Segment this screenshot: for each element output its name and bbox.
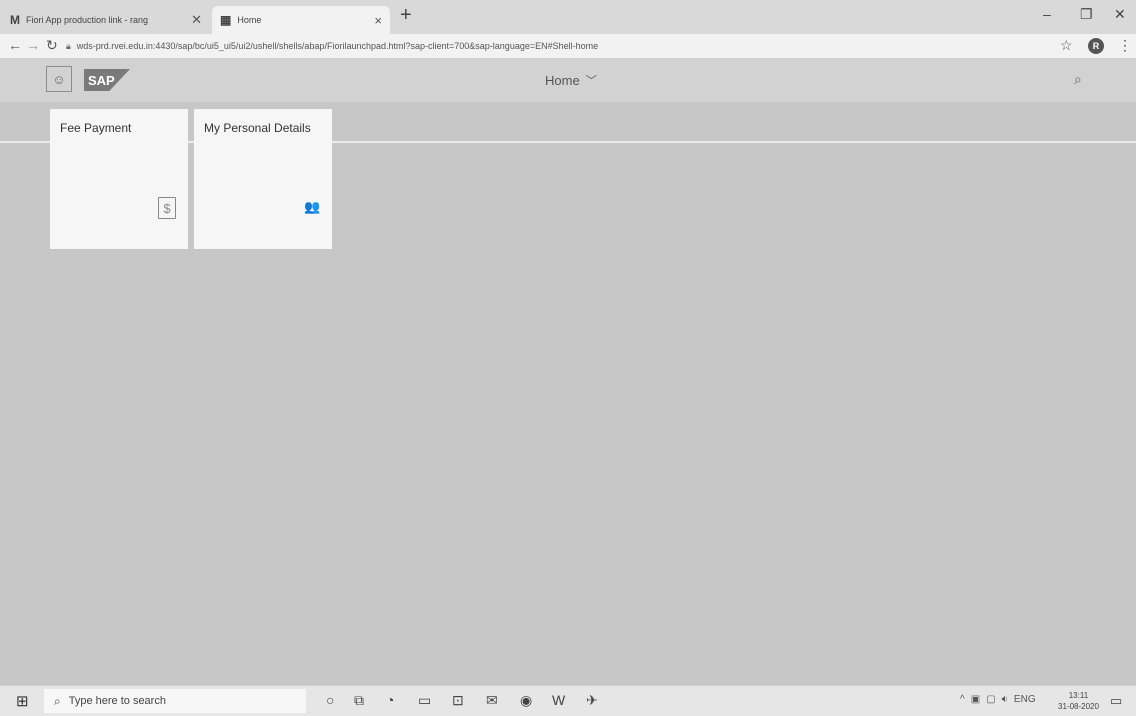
file-explorer-icon[interactable]: ▭ — [418, 692, 431, 709]
taskbar-search-box[interactable]: ⌕ Type here to search — [44, 689, 306, 713]
document-dollar-icon: $ — [158, 197, 176, 219]
store-icon[interactable]: ⊡ — [452, 692, 464, 709]
task-view-icon[interactable]: ⧉ — [354, 692, 364, 709]
language-indicator[interactable]: ENG — [1014, 694, 1036, 705]
clock[interactable]: 13:11 31-08-2020 — [1058, 690, 1099, 712]
browser-tabstrip: M Fiori App production link - rang ✕ ▦ H… — [0, 0, 1136, 34]
launchpad-content: Fee Payment $ My Personal Details 👥 — [0, 102, 1136, 685]
notification-icon[interactable]: ▭ — [1110, 693, 1122, 709]
windows-start-icon[interactable]: ⊞ — [16, 692, 29, 710]
tile-title: My Personal Details — [204, 121, 311, 135]
browser-toolbar: ← → ↻ 🔒︎ wds-prd.rvei.edu.in:4430/sap/bc… — [0, 34, 1136, 59]
gmail-favicon-icon: M — [10, 13, 20, 27]
chevron-down-icon: ﹀ — [585, 75, 597, 87]
address-bar[interactable]: 🔒︎ wds-prd.rvei.edu.in:4430/sap/bc/ui5_u… — [66, 37, 1026, 55]
tab-fiori-app[interactable]: M Fiori App production link - rang ✕ — [2, 6, 210, 34]
bookmark-star-icon[interactable]: ☆ — [1060, 37, 1073, 54]
sap-shell-bar: ☺ SAP Home ﹀ ⌕ — [0, 58, 1136, 102]
search-icon: ⌕ — [54, 693, 61, 708]
shell-title: Home — [545, 72, 580, 88]
tab-close-icon[interactable]: × — [374, 13, 382, 28]
shell-title-menu[interactable]: Home ﹀ — [545, 72, 597, 88]
cortana-icon[interactable]: ○ — [326, 692, 334, 708]
sap-favicon-icon: ▦ — [220, 13, 232, 27]
tab-title: Fiori App production link - rang — [26, 15, 149, 25]
person-icon: ☺ — [52, 71, 66, 87]
edge-icon[interactable]: ◔ — [386, 692, 394, 708]
tab-title: Home — [237, 15, 262, 25]
new-tab-button[interactable]: + — [400, 4, 412, 27]
url-text[interactable]: wds-prd.rvei.edu.in:4430/sap/bc/ui5_ui5/… — [77, 41, 598, 51]
menu-kebab-icon[interactable]: ⋮ — [1118, 37, 1132, 54]
date: 31-08-2020 — [1058, 702, 1099, 711]
close-window-icon[interactable]: ✕ — [1114, 6, 1126, 23]
tile-fee-payment[interactable]: Fee Payment $ — [50, 109, 188, 249]
tab-close-icon[interactable]: ✕ — [191, 12, 202, 28]
mail-icon[interactable]: ✉ — [486, 692, 498, 709]
network-icon[interactable]: ▣ — [971, 694, 980, 705]
restore-icon[interactable]: ❐ — [1080, 6, 1093, 23]
sap-logo: SAP — [84, 69, 130, 91]
people-icon: 👥 — [304, 199, 321, 214]
tile-my-personal-details[interactable]: My Personal Details 👥 — [194, 109, 332, 249]
word-icon[interactable]: W — [552, 692, 565, 708]
lock-icon: 🔒︎ — [66, 40, 71, 51]
profile-avatar[interactable]: R — [1088, 38, 1104, 54]
reload-icon[interactable]: ↻ — [46, 37, 58, 54]
chrome-icon[interactable]: ◉ — [520, 692, 532, 709]
user-menu-button[interactable]: ☺ — [46, 66, 72, 92]
forward-arrow-icon[interactable]: → — [26, 37, 40, 53]
minimize-icon[interactable]: – — [1043, 6, 1051, 22]
windows-taskbar: ⊞ ⌕ Type here to search ○ ⧉ ◔ ▭ ⊡ ✉ ◉ W … — [0, 685, 1136, 716]
chat-icon[interactable]: ▢ — [986, 694, 995, 705]
app-icon[interactable]: ✈ — [586, 692, 598, 709]
system-tray: ^ ▣ ▢ 🔉︎ ENG — [960, 694, 1036, 705]
back-arrow-icon[interactable]: ← — [8, 37, 22, 53]
search-placeholder: Type here to search — [68, 695, 166, 707]
chevron-up-icon[interactable]: ^ — [960, 694, 965, 705]
tab-home[interactable]: ▦ Home × — [212, 6, 390, 34]
tile-title: Fee Payment — [60, 121, 132, 135]
volume-icon[interactable]: 🔉︎ — [1002, 694, 1008, 705]
time: 13:11 — [1068, 691, 1089, 700]
search-icon[interactable]: ⌕ — [1074, 71, 1082, 88]
